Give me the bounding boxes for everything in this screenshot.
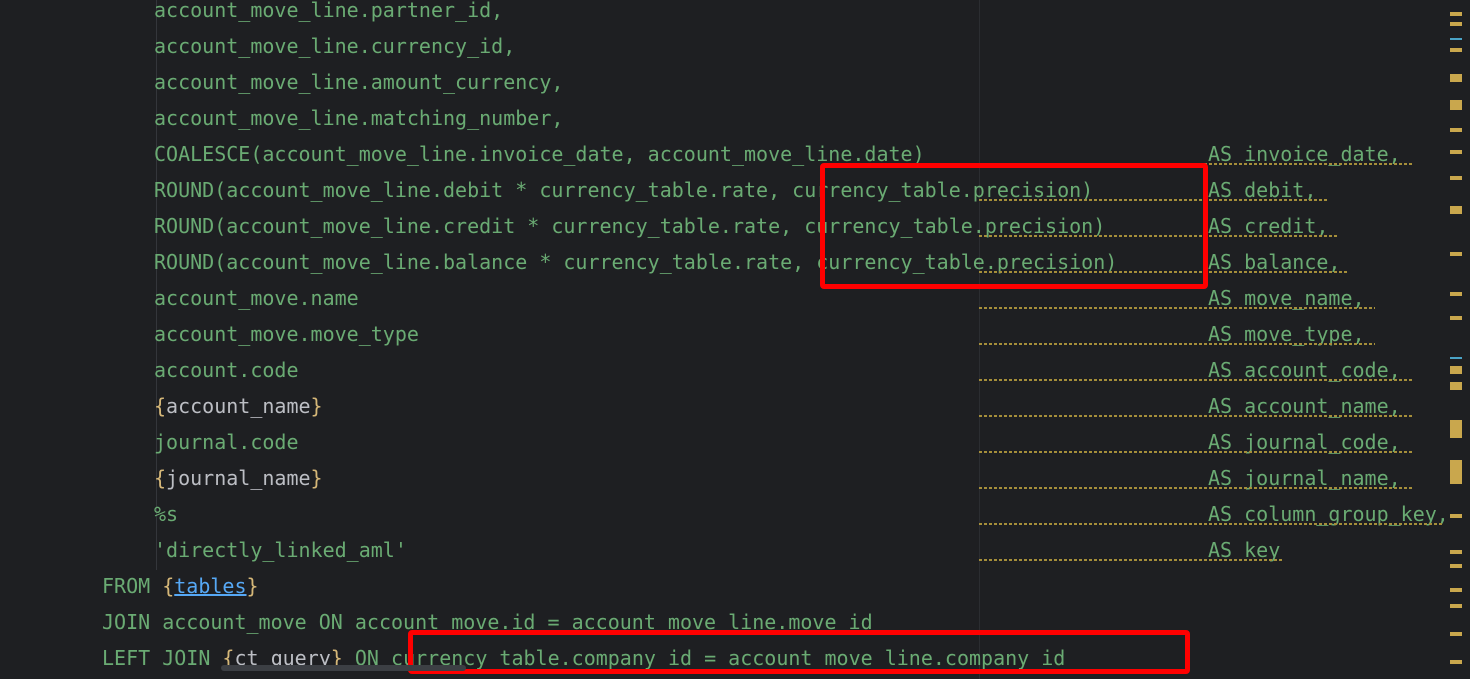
code-text: COALESCE(account_move_line.invoice_date,…	[154, 142, 925, 166]
code-line[interactable]: {account_name}	[154, 388, 323, 424]
alias-text: AS journal_name,	[1208, 466, 1401, 490]
brace-close: }	[310, 466, 323, 490]
scroll-marker	[1450, 22, 1462, 26]
code-text: account_move_line.matching_number,	[154, 106, 564, 130]
scroll-marker	[1450, 460, 1462, 484]
code-line[interactable]: 'directly_linked_aml'	[154, 532, 407, 568]
code-text: journal.code	[154, 430, 299, 454]
code-text: 'directly_linked_aml'	[154, 538, 407, 562]
code-text: account_move_line.partner_id,	[154, 0, 504, 22]
scroll-marker	[1450, 12, 1462, 16]
alias-text: AS invoice_date,	[1208, 142, 1401, 166]
scroll-marker	[1450, 292, 1462, 296]
scroll-marker	[1450, 632, 1462, 636]
code-text: account_move_line.currency_id,	[154, 34, 516, 58]
warning-underline	[979, 415, 1413, 417]
alias-text: AS account_name,	[1208, 394, 1401, 418]
left-join-keyword: LEFT JOIN	[102, 646, 211, 670]
code-line-from[interactable]: FROM {tables}	[102, 568, 259, 604]
code-text: account_move.name	[154, 286, 359, 310]
alias-text: AS debit,	[1208, 178, 1317, 202]
warning-underline	[979, 451, 1413, 453]
code-text: account_move.move_type	[154, 322, 419, 346]
highlight-box-precision	[820, 163, 1208, 289]
code-line[interactable]: {journal_name}	[154, 460, 323, 496]
placeholder-name: journal_name	[166, 466, 311, 490]
scroll-marker	[1450, 550, 1462, 554]
brace-close: }	[310, 394, 323, 418]
brace-close: }	[246, 574, 259, 598]
scroll-marker	[1450, 100, 1462, 110]
alias-text: AS move_type,	[1208, 322, 1365, 346]
from-keyword: FROM	[102, 574, 151, 598]
warning-underline	[979, 523, 1449, 525]
scroll-marker	[1450, 252, 1462, 256]
vertical-scrollbar-markers[interactable]	[1444, 0, 1470, 679]
scroll-marker	[1450, 588, 1462, 592]
alias-text: AS column_group_key,	[1208, 502, 1449, 526]
alias-text: AS move_name,	[1208, 286, 1365, 310]
warning-underline	[979, 379, 1413, 381]
scroll-marker	[1450, 176, 1462, 180]
scroll-marker	[1450, 316, 1462, 320]
scroll-marker	[1450, 206, 1462, 214]
scroll-marker	[1450, 564, 1462, 568]
warning-underline	[979, 343, 1375, 345]
alias-text: AS credit,	[1208, 214, 1329, 238]
code-line[interactable]: account_move_line.currency_id,	[154, 28, 515, 64]
brace-open: {	[154, 466, 167, 490]
code-line[interactable]: account_move_line.matching_number,	[154, 100, 563, 136]
code-line[interactable]: account_move.move_type	[154, 316, 419, 352]
brace-open: {	[154, 394, 167, 418]
warning-underline	[979, 307, 1375, 309]
code-line[interactable]: journal.code	[154, 424, 299, 460]
code-line[interactable]: %s	[154, 496, 178, 532]
warning-underline	[979, 559, 1283, 561]
right-margin-guide	[979, 0, 980, 679]
scroll-marker	[1450, 74, 1462, 82]
scroll-marker	[1450, 48, 1462, 52]
alias-text: AS key	[1208, 538, 1281, 562]
code-line[interactable]: COALESCE(account_move_line.invoice_date,…	[154, 136, 925, 172]
scroll-marker	[1450, 382, 1462, 390]
code-text: %s	[154, 502, 179, 526]
code-line[interactable]: account_move.name	[154, 280, 359, 316]
brace-open: {	[162, 574, 175, 598]
code-editor[interactable]: account_move_line.partner_id, account_mo…	[58, 0, 1449, 679]
code-text: account.code	[154, 358, 299, 382]
warning-underline	[979, 487, 1413, 489]
scroll-marker	[1450, 420, 1462, 438]
scroll-marker	[1450, 128, 1462, 132]
alias-text: AS journal_code,	[1208, 430, 1401, 454]
highlight-box-company-id	[408, 630, 1190, 674]
scroll-marker	[1450, 150, 1462, 154]
code-line[interactable]: account_move_line.amount_currency,	[154, 64, 563, 100]
horizontal-scrollbar-thumb[interactable]	[221, 665, 466, 671]
line-number-gutter	[0, 0, 58, 679]
scroll-marker	[1450, 38, 1462, 40]
placeholder-name: account_name	[166, 394, 311, 418]
scroll-marker	[1450, 514, 1462, 518]
scroll-marker	[1450, 357, 1462, 359]
code-text: account_move_line.amount_currency,	[154, 70, 564, 94]
code-line[interactable]: account_move_line.partner_id,	[154, 0, 503, 28]
scroll-marker	[1450, 604, 1462, 608]
scroll-marker	[1450, 366, 1462, 374]
alias-text: AS account_code,	[1208, 358, 1401, 382]
code-line[interactable]: account.code	[154, 352, 299, 388]
tables-placeholder-link[interactable]: tables	[174, 574, 246, 598]
alias-text: AS balance,	[1208, 250, 1341, 274]
scroll-marker	[1450, 660, 1462, 664]
